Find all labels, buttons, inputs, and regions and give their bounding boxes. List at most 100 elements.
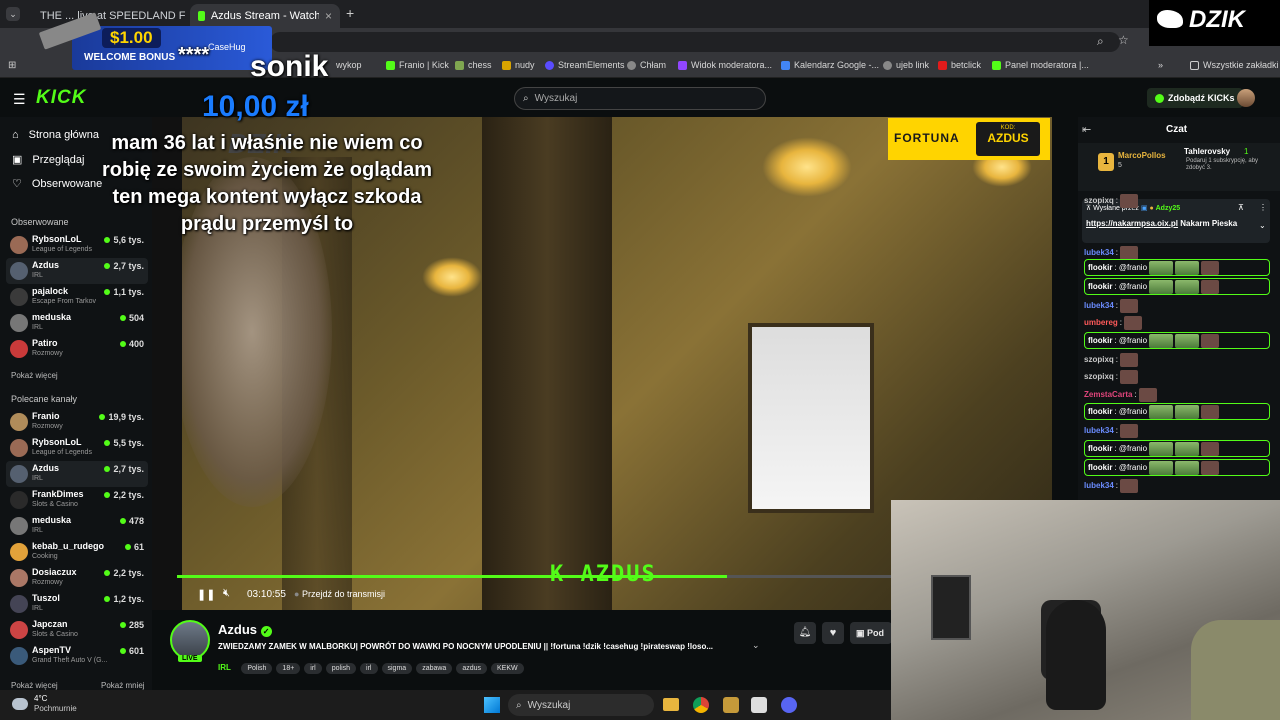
gifter-name[interactable]: MarcoPollos	[1118, 151, 1166, 160]
chat-message[interactable]: szopixq:	[1084, 351, 1270, 368]
chat-message[interactable]: umbereg:	[1084, 314, 1270, 331]
chat-username[interactable]: szopixq	[1084, 372, 1114, 381]
bookmark-ujeb[interactable]: ujeb link	[883, 60, 929, 70]
expand-title-icon[interactable]: ⌄	[752, 640, 760, 651]
chat-username[interactable]: szopixq	[1084, 355, 1114, 364]
show-more-link[interactable]: Pokaż więcej	[11, 371, 58, 380]
bookmark-kalendarz[interactable]: Kalendarz Google -...	[781, 60, 879, 70]
chat-username[interactable]: szopixq	[1084, 196, 1114, 205]
taskbar-search[interactable]: ⌕ Wyszukaj	[508, 694, 654, 716]
chat-username[interactable]: lubek34	[1084, 426, 1114, 435]
kick-logo[interactable]: KICK	[36, 87, 86, 109]
streamer-avatar[interactable]	[170, 620, 210, 660]
chat-message[interactable]: flookir: @franio	[1084, 278, 1270, 295]
tab-list-icon[interactable]: ⌄	[6, 7, 20, 21]
nav-home[interactable]: ⌂ Strona główna	[12, 129, 99, 141]
tag[interactable]: irl	[360, 663, 378, 674]
heart-icon[interactable]: ♥	[822, 622, 844, 644]
chat-message[interactable]: flookir: @franio	[1084, 459, 1270, 476]
tab-kick[interactable]: Azdus Stream - Watch Live on K ×	[190, 4, 340, 28]
chat-username[interactable]: lubek34	[1084, 301, 1114, 310]
new-tab-button[interactable]: +	[346, 5, 354, 21]
channel-item[interactable]: Patiro Rozmowy 400	[6, 336, 148, 362]
channel-item[interactable]: pajalock Escape From Tarkov 1,1 tys.	[6, 284, 148, 310]
menu-icon[interactable]: ☰	[13, 91, 26, 108]
chat-message[interactable]: lubek34:	[1084, 297, 1270, 314]
bookmark-franio[interactable]: Franio | Kick	[386, 60, 449, 70]
chat-message[interactable]: szopixq:	[1084, 192, 1270, 209]
bookmarks-more[interactable]: »	[1158, 60, 1163, 70]
close-icon[interactable]: ×	[325, 9, 332, 23]
chevron-down-icon[interactable]: ⌄	[1259, 221, 1266, 230]
chat-username[interactable]: flookir	[1088, 407, 1112, 416]
app-icon[interactable]	[751, 697, 767, 713]
bookmark-nudy[interactable]: nudy	[502, 60, 535, 70]
channel-item[interactable]: Franio Rozmowy 19,9 tys.	[6, 409, 148, 435]
nav-following[interactable]: ♡ Obserwowane	[12, 177, 102, 191]
chat-message[interactable]: flookir: @franio	[1084, 332, 1270, 349]
zoom-icon[interactable]: ⌕	[1097, 34, 1104, 49]
bookmark-widok[interactable]: Widok moderatora...	[678, 60, 772, 70]
chat-message[interactable]: lubek34:	[1084, 422, 1270, 439]
app-icon[interactable]	[723, 697, 739, 713]
bookmark-betclick[interactable]: betclick	[938, 60, 981, 70]
discord-icon[interactable]	[781, 697, 797, 713]
category-link[interactable]: IRL	[218, 663, 231, 672]
tag[interactable]: sigma	[381, 663, 413, 674]
channel-item[interactable]: RybsonLoL League of Legends 5,5 tys.	[6, 435, 148, 461]
bookmark-chess[interactable]: chess	[455, 60, 492, 70]
channel-item[interactable]: meduska IRL 478	[6, 513, 148, 539]
mute-icon[interactable]: 🔇︎	[223, 587, 230, 600]
streamer-name[interactable]: Azdus ✓	[218, 622, 272, 637]
chat-username[interactable]: lubek34	[1084, 248, 1114, 257]
channel-item[interactable]: FrankDimes Slots & Casino 2,2 tys.	[6, 487, 148, 513]
avatar[interactable]	[1237, 89, 1255, 107]
url-field[interactable]	[270, 32, 1120, 52]
pause-icon[interactable]: ❚❚	[197, 588, 215, 601]
search-input[interactable]: ⌕ Wyszukaj	[514, 87, 766, 110]
windows-start-icon[interactable]	[484, 697, 500, 713]
channel-item[interactable]: meduska IRL 504	[6, 310, 148, 336]
tag[interactable]: irl	[304, 663, 322, 674]
star-icon[interactable]: ☆	[1118, 33, 1129, 47]
jump-live-button[interactable]: ● Przejdź do transmisji	[294, 589, 385, 599]
nav-browse[interactable]: ▣ Przeglądaj	[12, 153, 84, 167]
channel-item[interactable]: Azdus IRL 2,7 tys.	[6, 461, 148, 487]
chat-username[interactable]: lubek34	[1084, 481, 1114, 490]
bookmark-chlam[interactable]: Chłam	[627, 60, 666, 70]
chat-username[interactable]: flookir	[1088, 282, 1112, 291]
fortuna-banner[interactable]: FORTUNA KOD: AZDUS	[888, 118, 1050, 160]
file-explorer-icon[interactable]	[663, 698, 679, 711]
chat-message[interactable]: flookir: @franio	[1084, 403, 1270, 420]
tag[interactable]: polish	[325, 663, 357, 674]
bell-icon[interactable]: 🔔︎	[794, 622, 816, 644]
tag[interactable]: KEKW	[491, 663, 524, 674]
chat-username[interactable]: ZemstaCarta	[1084, 390, 1132, 399]
get-kicks-button[interactable]: Zdobądź KICKs	[1147, 88, 1243, 108]
chat-message[interactable]: lubek34:	[1084, 477, 1270, 494]
tag[interactable]: Polish	[241, 663, 273, 674]
show-more-link[interactable]: Pokaż więcej	[11, 681, 58, 690]
chrome-icon[interactable]	[693, 697, 709, 713]
chat-username[interactable]: flookir	[1088, 463, 1112, 472]
bookmark-wykop[interactable]: wykop	[336, 60, 362, 70]
bookmark-panel[interactable]: Panel moderatora |...	[992, 60, 1089, 70]
channel-item[interactable]: kebab_u_rudego Cooking 61	[6, 539, 148, 565]
apps-icon[interactable]: ⊞	[8, 60, 16, 71]
tag[interactable]: zabawa	[416, 663, 453, 674]
channel-item[interactable]: AspenTV Grand Theft Auto V (G... 601	[6, 643, 148, 669]
channel-item[interactable]: Tuszol IRL 1,2 tys.	[6, 591, 148, 617]
bookmark-streamelements[interactable]: StreamElements	[545, 60, 625, 70]
chat-username[interactable]: flookir	[1088, 444, 1112, 453]
chat-message[interactable]: szopixq:	[1084, 368, 1270, 385]
chat-message[interactable]: flookir: @franio	[1084, 259, 1270, 276]
show-less-link[interactable]: Pokaż mniej	[101, 681, 145, 690]
chat-message[interactable]: ZemstaCarta:	[1084, 386, 1270, 403]
collapse-chat-icon[interactable]: ⇤	[1082, 123, 1091, 136]
subscribe-button[interactable]: ▣ Pod	[850, 622, 892, 644]
chat-username[interactable]: flookir	[1088, 263, 1112, 272]
channel-item[interactable]: Azdus IRL 2,7 tys.	[6, 258, 148, 284]
channel-item[interactable]: Japczan Slots & Casino 285	[6, 617, 148, 643]
channel-item[interactable]: Dosiaczux Rozmowy 2,2 tys.	[6, 565, 148, 591]
chat-username[interactable]: umbereg	[1084, 318, 1118, 327]
